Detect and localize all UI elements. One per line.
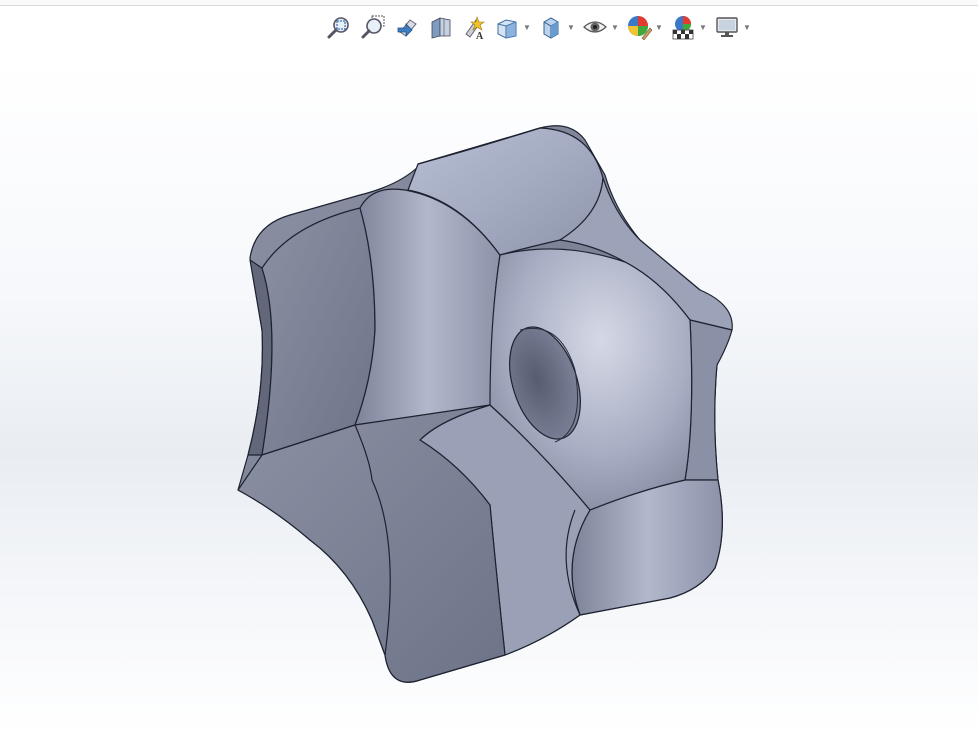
edit-appearance-dropdown[interactable]: ▼ <box>654 11 664 43</box>
svg-text:A: A <box>476 31 484 40</box>
display-style-button[interactable] <box>536 11 566 43</box>
zoom-to-area-icon <box>361 15 385 39</box>
hide-show-items-button[interactable] <box>580 11 610 43</box>
appearance-icon <box>628 16 652 40</box>
eye-icon <box>583 21 607 33</box>
view-orientation-button[interactable] <box>492 11 522 43</box>
graphics-area[interactable] <box>0 46 978 733</box>
view-orientation-icon <box>497 19 517 39</box>
zoom-to-fit-icon <box>327 17 349 39</box>
dynamic-annotation-icon: A <box>465 15 485 40</box>
zoom-to-fit-button[interactable] <box>322 11 356 43</box>
heads-up-view-toolbar: A ▼ ▼ ▼ ▼ ▼ ▼ <box>322 10 756 44</box>
apply-scene-button[interactable] <box>668 11 698 43</box>
zoom-to-area-button[interactable] <box>356 11 390 43</box>
display-style-dropdown[interactable]: ▼ <box>566 11 576 43</box>
previous-view-icon <box>397 19 417 37</box>
scene-icon <box>672 16 694 40</box>
section-view-icon <box>431 17 451 39</box>
view-orientation-dropdown[interactable]: ▼ <box>522 11 532 43</box>
edit-appearance-button[interactable] <box>624 11 654 43</box>
view-settings-dropdown[interactable]: ▼ <box>742 11 752 43</box>
section-view-button[interactable] <box>424 11 458 43</box>
dynamic-annotation-button[interactable]: A <box>458 11 492 43</box>
previous-view-button[interactable] <box>390 11 424 43</box>
window-top-edge <box>0 0 978 6</box>
display-style-icon <box>543 17 559 39</box>
hide-show-dropdown[interactable]: ▼ <box>610 11 620 43</box>
knob-model[interactable] <box>237 125 733 683</box>
view-settings-button[interactable] <box>712 11 742 43</box>
monitor-icon <box>716 17 738 37</box>
apply-scene-dropdown[interactable]: ▼ <box>698 11 708 43</box>
